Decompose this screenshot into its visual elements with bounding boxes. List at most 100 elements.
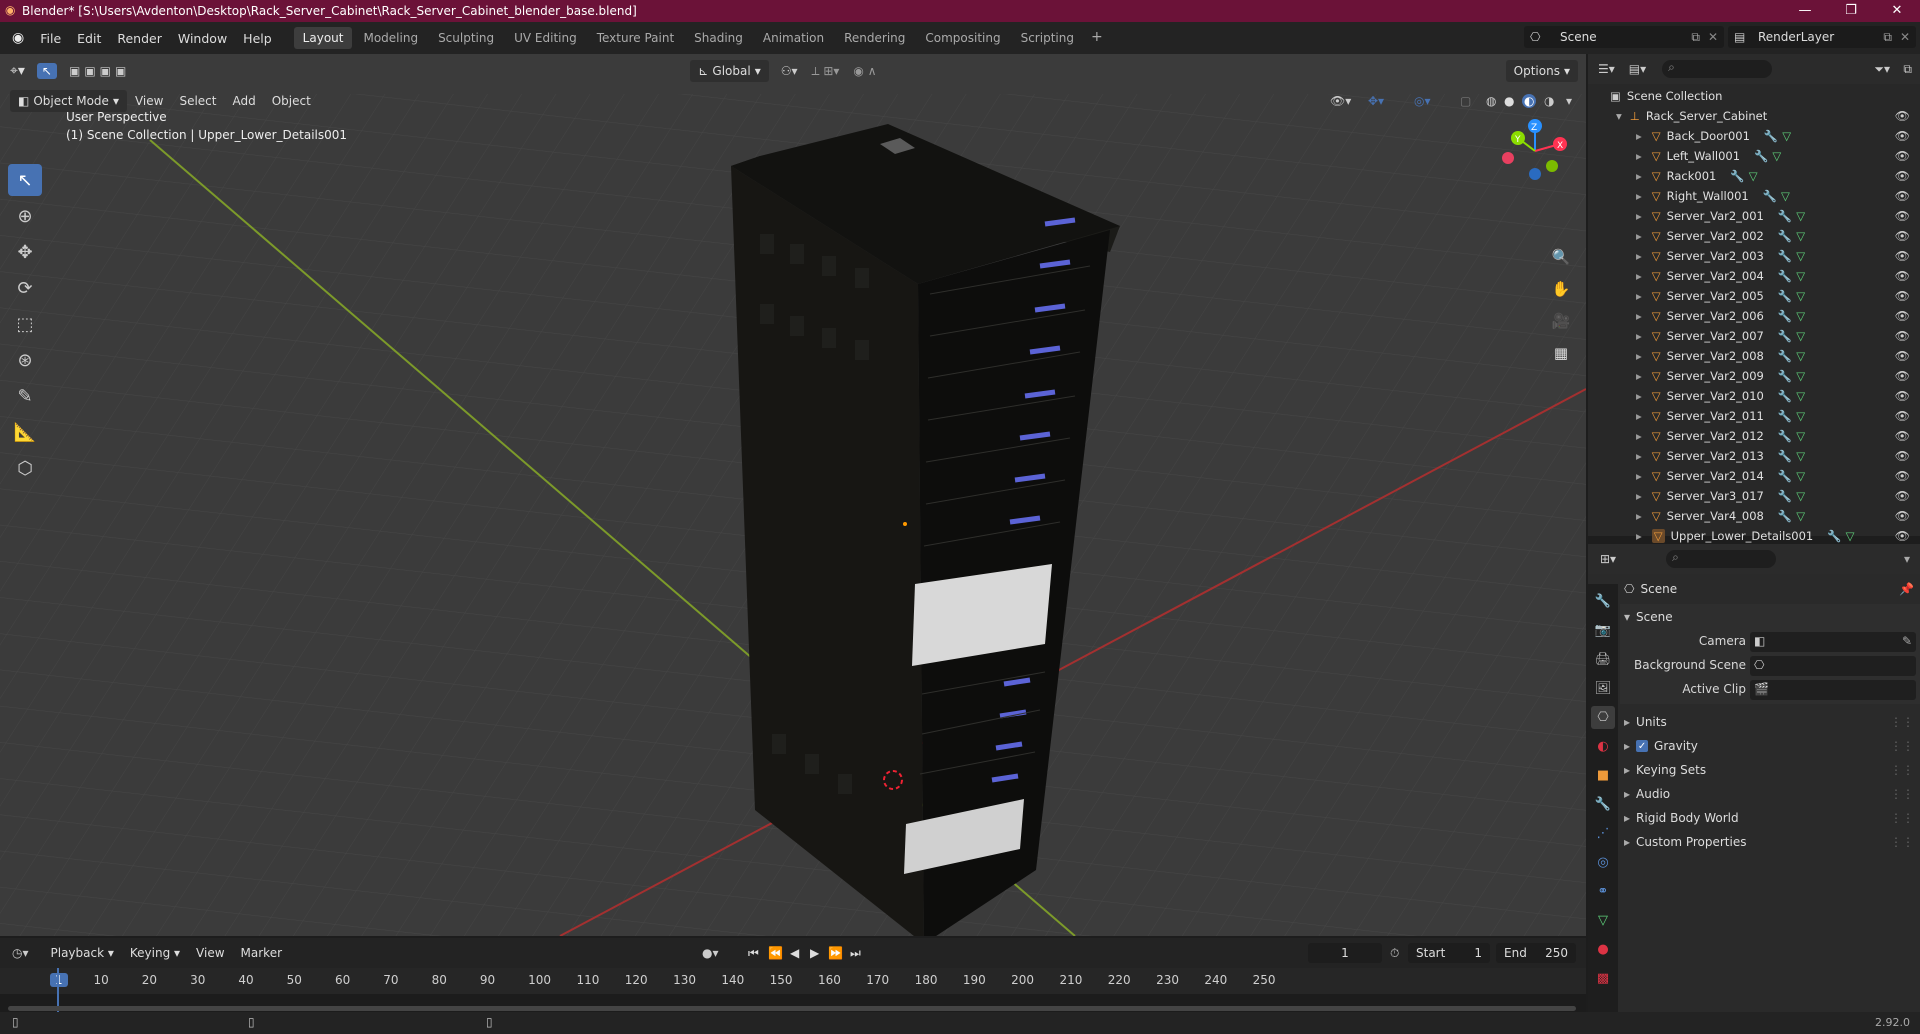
outliner-object-row[interactable]: ▸ ▽ Server_Var2_011 🔧 ▽ 👁	[1588, 406, 1920, 426]
section-rigid-body-world[interactable]: ▸ Rigid Body World ⋮⋮	[1620, 806, 1920, 830]
scene-tab-icon[interactable]: ⎔	[1591, 706, 1615, 729]
remove-scene-icon[interactable]: ✕	[1708, 26, 1718, 48]
menu-edit[interactable]: Edit	[69, 31, 109, 46]
maximize-button[interactable]: ❐	[1828, 0, 1874, 22]
modifier-wrench-icon[interactable]: 🔧	[1778, 209, 1792, 223]
modifier-wrench-icon[interactable]: 🔧	[1764, 129, 1778, 143]
transform-tool[interactable]: ⊛	[8, 344, 42, 376]
eye-icon[interactable]: 👁	[1895, 129, 1910, 143]
material-tab-icon[interactable]: ●	[1591, 938, 1615, 961]
outliner-object-row[interactable]: ▸ ▽ Server_Var2_006 🔧 ▽ 👁	[1588, 306, 1920, 326]
mesh-data-icon[interactable]: ▽	[1796, 229, 1805, 243]
outliner-object-row[interactable]: ▸ ▽ Server_Var3_017 🔧 ▽ 👁	[1588, 486, 1920, 506]
modifier-wrench-icon[interactable]: 🔧	[1730, 169, 1744, 183]
transform-orientation-dropdown[interactable]: ⊾ Global ▾	[690, 60, 769, 82]
tool-tab-icon[interactable]: 🔧	[1591, 590, 1615, 613]
scale-tool[interactable]: ⬚	[8, 308, 42, 340]
timeline-track[interactable]	[0, 968, 1586, 1014]
gizmo-toggle-icon[interactable]: ✥▾	[1368, 94, 1384, 108]
expand-right-icon[interactable]: ▸	[1636, 229, 1642, 243]
new-collection-icon[interactable]: ⧉	[1903, 62, 1912, 77]
eye-icon[interactable]: 👁	[1895, 109, 1910, 123]
section-custom-properties[interactable]: ▸ Custom Properties ⋮⋮	[1620, 830, 1920, 854]
constraints-tab-icon[interactable]: ⚭	[1591, 880, 1615, 903]
expand-right-icon[interactable]: ▸	[1636, 429, 1642, 443]
modifier-wrench-icon[interactable]: 🔧	[1778, 349, 1792, 363]
current-frame-field[interactable]: 1	[1308, 943, 1382, 963]
drag-handle-icon[interactable]: ⋮⋮	[1890, 811, 1914, 825]
eye-icon[interactable]: 👁	[1895, 189, 1910, 203]
outliner-search-input[interactable]: ⌕	[1662, 60, 1773, 78]
proportional-edit-icon[interactable]: ◉ ∧	[853, 64, 876, 78]
camera-field[interactable]: ◧ ✎	[1750, 632, 1916, 652]
menu-render[interactable]: Render	[109, 31, 170, 46]
prev-keyframe-icon[interactable]: ⏪	[768, 946, 783, 960]
drag-handle-icon[interactable]: ⋮⋮	[1890, 715, 1914, 729]
menu-marker[interactable]: Marker	[233, 946, 290, 960]
eye-icon[interactable]: 👁	[1895, 389, 1910, 403]
visibility-icon[interactable]: 👁▾	[1330, 94, 1351, 108]
eyedropper-icon[interactable]: ✎	[1902, 634, 1912, 648]
eye-icon[interactable]: 👁	[1895, 329, 1910, 343]
section-gravity[interactable]: ▸ ✓ Gravity ⋮⋮	[1620, 734, 1920, 758]
shading-options-icon[interactable]: ▾	[1566, 94, 1572, 108]
properties-search-input[interactable]: ⌕	[1666, 550, 1777, 568]
shading-wireframe-icon[interactable]: ◍	[1486, 94, 1496, 108]
timeline-ruler[interactable]: 1102030405060708090100110120130140150160…	[0, 968, 1586, 994]
modifier-wrench-icon[interactable]: 🔧	[1778, 489, 1792, 503]
eye-icon[interactable]: 👁	[1895, 269, 1910, 283]
new-layer-icon[interactable]: ⧉	[1883, 26, 1892, 48]
mesh-data-icon[interactable]: ▽	[1796, 429, 1805, 443]
tab-shading[interactable]: Shading	[685, 27, 752, 49]
eye-icon[interactable]: 👁	[1895, 289, 1910, 303]
play-reverse-icon[interactable]: ◀	[790, 946, 799, 960]
eye-icon[interactable]: 👁	[1895, 509, 1910, 523]
expand-right-icon[interactable]: ▸	[1636, 449, 1642, 463]
menu-keying[interactable]: Keying ▾	[122, 946, 188, 960]
physics-tab-icon[interactable]: ◎	[1591, 851, 1615, 874]
modifier-wrench-icon[interactable]: 🔧	[1778, 309, 1792, 323]
mesh-data-icon[interactable]: ▽	[1796, 329, 1805, 343]
outliner-object-row[interactable]: ▸ ▽ Server_Var2_003 🔧 ▽ 👁	[1588, 246, 1920, 266]
eye-icon[interactable]: 👁	[1895, 349, 1910, 363]
eye-icon[interactable]: 👁	[1895, 469, 1910, 483]
outliner-object-row[interactable]: ▸ ▽ Server_Var2_010 🔧 ▽ 👁	[1588, 386, 1920, 406]
close-button[interactable]: ✕	[1874, 0, 1920, 22]
mesh-data-icon[interactable]: ▽	[1796, 309, 1805, 323]
expand-right-icon[interactable]: ▸	[1636, 149, 1642, 163]
mesh-data-icon[interactable]: ▽	[1796, 449, 1805, 463]
expand-right-icon[interactable]: ▸	[1636, 269, 1642, 283]
expand-right-icon[interactable]: ▸	[1636, 189, 1642, 203]
move-tool[interactable]: ✥	[8, 236, 42, 268]
eye-icon[interactable]: 👁	[1895, 409, 1910, 423]
select-mode-icon[interactable]: ↖	[36, 63, 57, 79]
background-scene-field[interactable]: ⎔	[1750, 656, 1916, 676]
modifier-wrench-icon[interactable]: 🔧	[1778, 289, 1792, 303]
modifier-wrench-icon[interactable]: 🔧	[1827, 529, 1841, 543]
modifier-wrench-icon[interactable]: 🔧	[1763, 189, 1777, 203]
expand-right-icon[interactable]: ▸	[1636, 389, 1642, 403]
expand-right-icon[interactable]: ▸	[1636, 329, 1642, 343]
drag-handle-icon[interactable]: ⋮⋮	[1890, 763, 1914, 777]
mesh-data-icon[interactable]: ▽	[1796, 369, 1805, 383]
expand-right-icon[interactable]: ▸	[1636, 289, 1642, 303]
tab-rendering[interactable]: Rendering	[835, 27, 914, 49]
timeline-editor-icon[interactable]: ◷▾	[12, 946, 29, 960]
expand-right-icon[interactable]: ▸	[1636, 469, 1642, 483]
modifier-wrench-icon[interactable]: 🔧	[1778, 469, 1792, 483]
drag-handle-icon[interactable]: ⋮⋮	[1890, 739, 1914, 753]
editor-type-icon[interactable]: ⌖▾	[10, 63, 25, 79]
outliner-object-row[interactable]: ▸ ▽ Server_Var2_001 🔧 ▽ 👁	[1588, 206, 1920, 226]
snap-icon[interactable]: ⟂ ⊞▾	[812, 64, 840, 79]
mesh-data-icon[interactable]: ▽	[1796, 469, 1805, 483]
annotate-tool[interactable]: ✎	[8, 380, 42, 412]
modifier-wrench-icon[interactable]: 🔧	[1778, 509, 1792, 523]
texture-tab-icon[interactable]: ▩	[1591, 967, 1615, 990]
section-keying-sets[interactable]: ▸ Keying Sets ⋮⋮	[1620, 758, 1920, 782]
add-cube-tool[interactable]: ⬡	[8, 452, 42, 484]
expand-right-icon[interactable]: ▸	[1636, 369, 1642, 383]
expand-right-icon[interactable]: ▸	[1636, 209, 1642, 223]
jump-end-icon[interactable]: ⏭	[850, 946, 861, 961]
eye-icon[interactable]: 👁	[1895, 249, 1910, 263]
menu-view[interactable]: View	[127, 94, 171, 108]
